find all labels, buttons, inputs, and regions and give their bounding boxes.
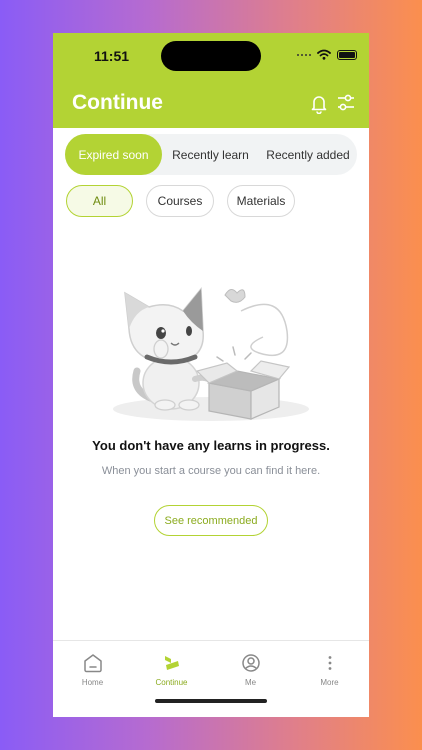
- dynamic-island: [161, 41, 261, 71]
- nav-continue[interactable]: Continue: [132, 641, 211, 701]
- tab-recently-learn[interactable]: Recently learn: [162, 134, 259, 175]
- filter-all[interactable]: All: [66, 185, 133, 217]
- empty-state-title: You don't have any learns in progress.: [92, 438, 330, 453]
- filter-chips: All Courses Materials: [66, 185, 295, 217]
- wifi-icon: [317, 49, 331, 60]
- tab-bar: Expired soon Recently learn Recently add…: [65, 134, 357, 175]
- continue-icon: [164, 656, 179, 670]
- see-recommended-button[interactable]: See recommended: [154, 505, 268, 536]
- nav-more-label: More: [320, 678, 339, 687]
- status-time: 11:51: [94, 48, 130, 64]
- filter-settings-icon[interactable]: [337, 94, 355, 112]
- phone-screen: 11:51 Continue Expired soon Recently lea…: [53, 33, 369, 717]
- more-icon: [328, 656, 331, 670]
- nav-more[interactable]: More: [290, 641, 369, 701]
- nav-home[interactable]: Home: [53, 641, 132, 701]
- home-icon: [83, 654, 102, 673]
- signal-icon: [297, 53, 311, 57]
- nav-me[interactable]: Me: [211, 641, 290, 701]
- tab-expired-soon[interactable]: Expired soon: [65, 134, 162, 175]
- home-indicator[interactable]: [155, 699, 267, 703]
- app-header: 11:51 Continue: [53, 33, 369, 128]
- nav-home-label: Home: [81, 678, 104, 687]
- page-title: Continue: [72, 91, 163, 114]
- filter-materials[interactable]: Materials: [227, 185, 295, 217]
- nav-me-label: Me: [244, 678, 257, 687]
- nav-continue-label: Continue: [155, 678, 188, 687]
- bell-icon[interactable]: [311, 94, 327, 114]
- tab-recently-added[interactable]: Recently added: [259, 134, 357, 175]
- bottom-nav: Home Continue Me More: [53, 640, 369, 717]
- battery-icon: [337, 49, 357, 60]
- filter-courses[interactable]: Courses: [146, 185, 214, 217]
- profile-icon: [241, 654, 260, 672]
- empty-state-cat-illustration: [113, 287, 309, 421]
- empty-state-subtitle: When you start a course you can find it …: [101, 465, 321, 477]
- status-icons: [297, 49, 357, 60]
